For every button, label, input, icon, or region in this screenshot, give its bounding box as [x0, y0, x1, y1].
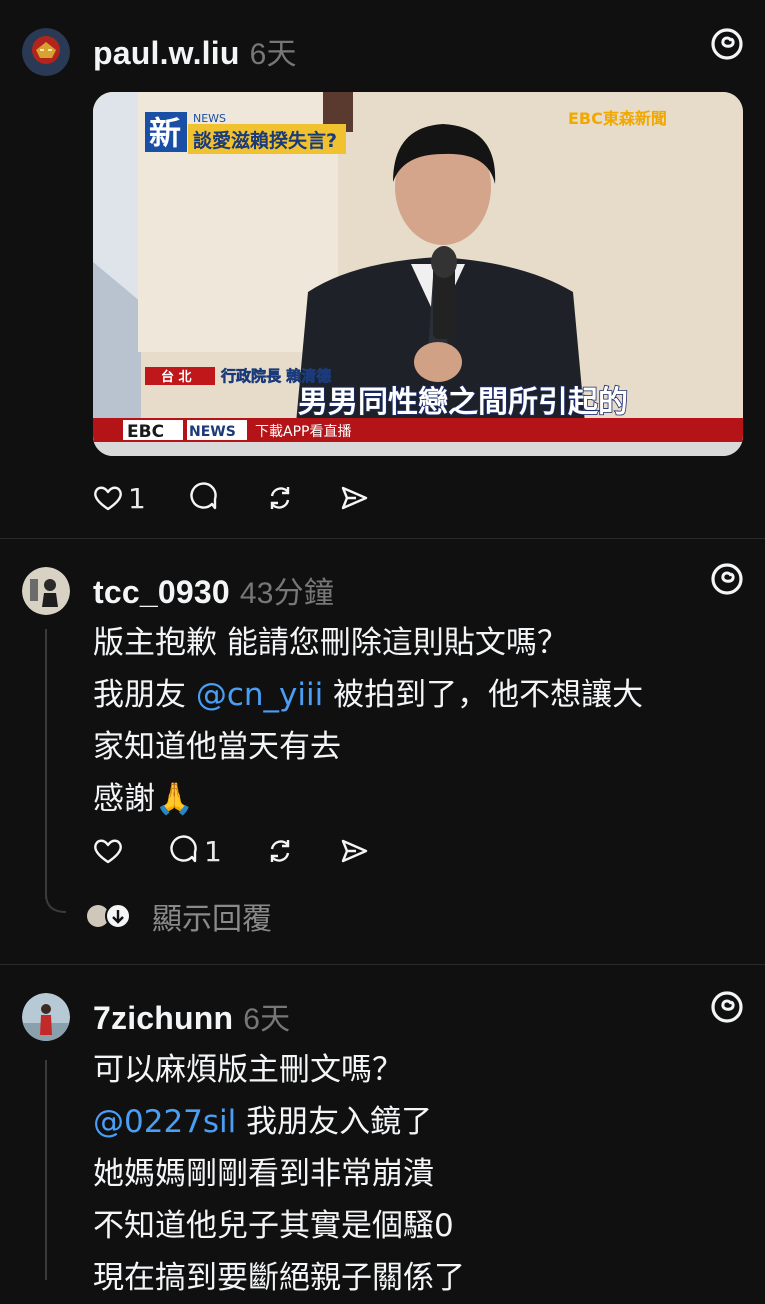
ticker-news: NEWS [189, 424, 236, 440]
avatar[interactable] [22, 567, 70, 615]
show-replies-button[interactable]: 顯示回覆 [84, 894, 272, 938]
reply-button[interactable] [188, 478, 220, 518]
post-time: 43分鐘 [239, 577, 335, 610]
share-button[interactable] [338, 831, 370, 871]
post-line: 我朋友 @cn_yiii 被拍到了，他不想讓大 [93, 677, 644, 713]
like-count: 1 [128, 481, 146, 515]
avatar[interactable] [22, 993, 70, 1041]
news-video-thumbnail[interactable]: 新 NEWS 談愛滋賴揆失言? EBC東森新聞 台 北 行政院長 賴清德 男男同… [93, 92, 743, 456]
news-tag-label: NEWS [193, 112, 226, 125]
avatar[interactable] [22, 28, 70, 76]
repost-icon [270, 487, 290, 509]
like-button[interactable] [92, 831, 124, 871]
show-replies-label: 顯示回覆 [152, 902, 272, 937]
post: paul.w.liu 6天 新 NEWS 談愛滋賴揆失言? EBC東森新聞 台 … [0, 0, 765, 538]
news-location: 台 北 [161, 369, 192, 385]
post: tcc_0930 43分鐘 版主抱歉 能請您刪除這則貼文嗎？ 我朋友 @cn_yi… [0, 539, 765, 964]
post-line: 她媽媽剛剛看到非常崩潰 [93, 1156, 434, 1192]
repost-icon [270, 840, 290, 862]
username[interactable]: tcc_0930 43分鐘 [93, 568, 334, 612]
news-new-tag: 新 [149, 114, 181, 152]
post-line: 現在搞到要斷絕親子關係了 [93, 1260, 465, 1296]
reply-count: 1 [204, 834, 222, 868]
post-line: 版主抱歉 能請您刪除這則貼文嗎？ [93, 625, 568, 661]
post-time: 6天 [243, 1003, 291, 1036]
repost-button[interactable] [264, 831, 296, 871]
post-actions: 1 [92, 478, 392, 518]
heart-icon [94, 486, 122, 511]
share-button[interactable] [338, 478, 370, 518]
post-line: 感謝🙏 [93, 781, 194, 817]
post-body: 版主抱歉 能請您刪除這則貼文嗎？ 我朋友 @cn_yiii 被拍到了，他不想讓大… [93, 617, 733, 825]
username[interactable]: 7zichunn 6天 [93, 994, 290, 1038]
mention-link[interactable]: @0227sil [93, 1104, 236, 1140]
post-line: 可以麻煩版主刪文嗎？ [93, 1052, 403, 1088]
send-icon [341, 839, 368, 863]
ticker-text: 下載APP看直播 [255, 423, 351, 440]
reply-button[interactable]: 1 [168, 831, 222, 871]
comment-icon [170, 835, 197, 863]
thread-connector [45, 894, 67, 913]
post: 7zichunn 6天 可以麻煩版主刪文嗎？ @0227sil 我朋友入鏡了 她媽… [0, 965, 765, 1296]
thread-line [45, 1060, 47, 1280]
mention-link[interactable]: @cn_yiii [196, 677, 323, 713]
post-actions: 1 [92, 831, 392, 871]
threads-logo-icon[interactable] [709, 561, 745, 597]
threads-logo-icon[interactable] [709, 989, 745, 1025]
post-time: 6天 [249, 38, 297, 71]
like-button[interactable]: 1 [92, 478, 146, 518]
news-headline: 談愛滋賴揆失言? [193, 129, 337, 152]
repost-button[interactable] [264, 478, 296, 518]
news-speaker: 行政院長 賴清德 [220, 367, 331, 385]
network-logo: EBC東森新聞 [568, 109, 667, 128]
news-subtitle: 男男同性戀之間所引起的 [298, 385, 628, 420]
post-body: 可以麻煩版主刪文嗎？ @0227sil 我朋友入鏡了 她媽媽剛剛看到非常崩潰 不… [93, 1044, 733, 1304]
post-line: 家知道他當天有去 [93, 729, 341, 765]
post-line: @0227sil 我朋友入鏡了 [93, 1104, 433, 1140]
ticker-logo: EBC [127, 422, 164, 442]
username[interactable]: paul.w.liu 6天 [93, 29, 297, 73]
send-icon [341, 486, 368, 510]
post-line: 不知道他兒子其實是個騷0 [93, 1208, 454, 1244]
heart-icon [94, 839, 122, 864]
threads-logo-icon[interactable] [709, 26, 745, 62]
thread-line [45, 629, 47, 899]
reply-avatars-icon [87, 903, 131, 929]
comment-icon [190, 482, 217, 510]
